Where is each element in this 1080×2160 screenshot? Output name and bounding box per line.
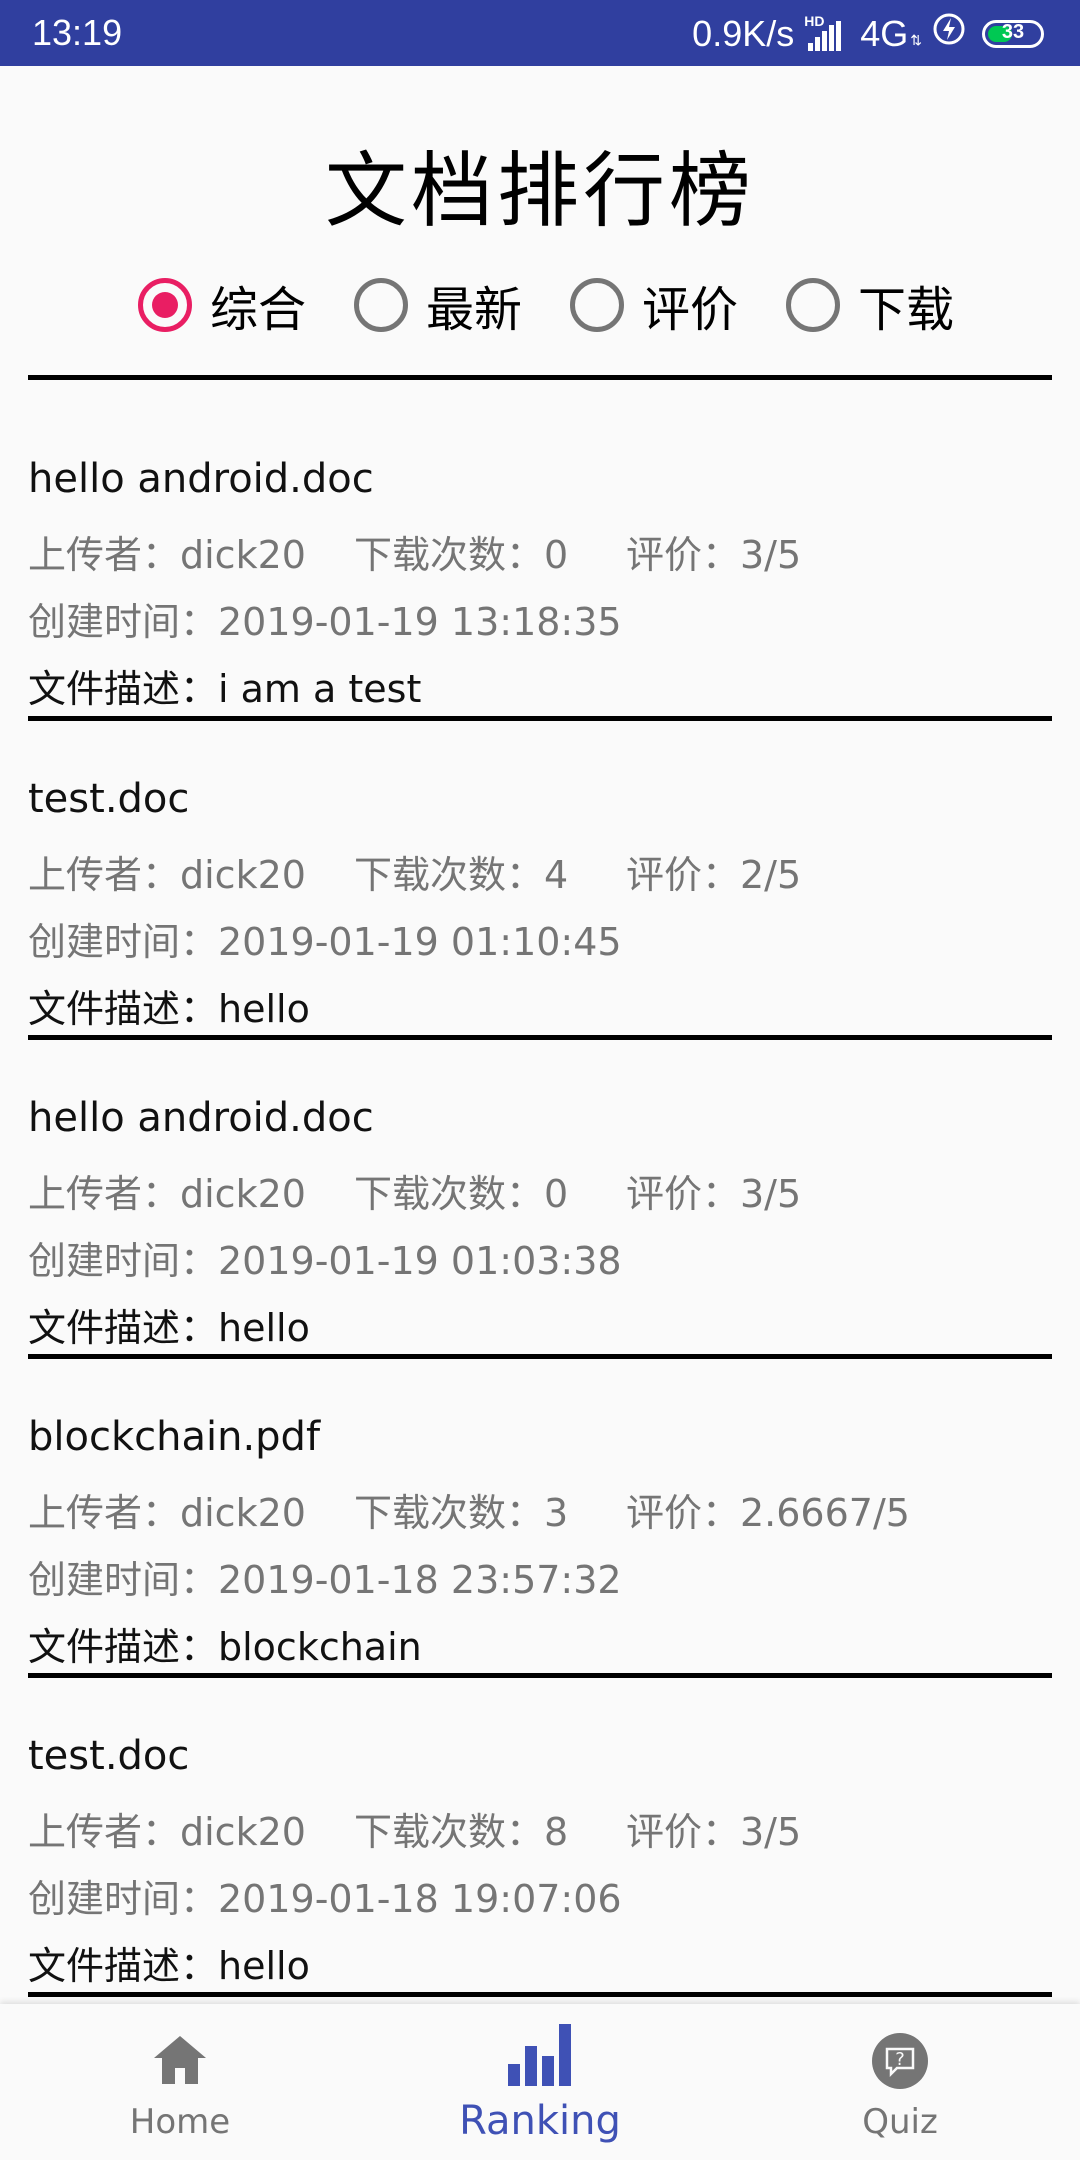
radio-button-icon[interactable] — [786, 278, 840, 332]
document-name: test.doc — [28, 776, 190, 822]
download-count-text: 下载次数：8 — [354, 1810, 569, 1854]
uploader-text: 上传者：dick20 — [28, 1491, 306, 1535]
description-text: 文件描述：hello — [28, 1944, 310, 1988]
radio-label: 综合 — [210, 282, 307, 338]
divider — [28, 1992, 1052, 1997]
document-name: hello android.doc — [28, 1095, 374, 1141]
ranking-bars-icon — [506, 2020, 574, 2092]
radio-button-icon[interactable] — [138, 278, 192, 332]
description-text: 文件描述：i am a test — [28, 667, 422, 711]
created-time-text: 创建时间：2019-01-19 13:18:35 — [28, 600, 622, 644]
data-arrows-icon: ⇅ — [910, 32, 922, 48]
nav-label: Quiz — [862, 2102, 938, 2142]
document-item[interactable]: test.doc 上传者：dick20 下载次数：8 评价：3/5 创建时间：201… — [28, 1677, 1052, 1997]
rating-text: 评价：3/5 — [626, 1172, 802, 1216]
uploader-text: 上传者：dick20 — [28, 853, 306, 897]
radio-button-icon[interactable] — [354, 278, 408, 332]
svg-text:?: ? — [895, 2049, 905, 2070]
battery-level: 33 — [1001, 20, 1025, 43]
home-icon — [152, 2034, 208, 2090]
rating-text: 评价：2/5 — [626, 853, 802, 897]
nav-item-home[interactable]: Home — [30, 2004, 330, 2160]
status-time: 13:19 — [32, 12, 123, 53]
radio-option-latest[interactable]: 最新 — [354, 270, 522, 340]
rating-text: 评价：2.6667/5 — [626, 1491, 910, 1535]
created-time-text: 创建时间：2019-01-18 19:07:06 — [28, 1877, 622, 1921]
description-text: 文件描述：blockchain — [28, 1625, 422, 1669]
document-item[interactable]: test.doc 上传者：dick20 下载次数：4 评价：2/5 创建时间：201… — [28, 720, 1052, 1040]
page-title: 文档排行榜 — [324, 144, 755, 239]
battery-icon: 33 — [982, 19, 1044, 48]
radio-button-icon[interactable] — [570, 278, 624, 332]
uploader-text: 上传者：dick20 — [28, 1172, 306, 1216]
nav-item-quiz[interactable]: ? Quiz — [750, 2004, 1050, 2160]
radio-option-downloads[interactable]: 下载 — [786, 270, 954, 340]
created-time-text: 创建时间：2019-01-18 23:57:32 — [28, 1558, 622, 1602]
nav-label: Home — [129, 2102, 231, 2142]
status-bar: 13:19 0.9K/s HD 4G ⇅ 33 — [0, 0, 1080, 66]
radio-option-comprehensive[interactable]: 综合 — [138, 270, 306, 340]
uploader-text: 上传者：dick20 — [28, 533, 306, 577]
document-name: hello android.doc — [28, 456, 374, 502]
bottom-navigation: Home Ranking ? Quiz — [0, 2004, 1080, 2160]
download-count-text: 下载次数：4 — [354, 853, 569, 897]
hd-signal-icon: HD — [804, 13, 856, 53]
created-time-text: 创建时间：2019-01-19 01:03:38 — [28, 1239, 622, 1283]
document-name: blockchain.pdf — [28, 1414, 321, 1460]
quiz-help-icon: ? — [871, 2032, 929, 2094]
download-count-text: 下载次数：3 — [354, 1491, 569, 1535]
document-meta: 上传者：dick20 下载次数：3 评价：2.6667/5 — [28, 1482, 910, 1537]
created-time-text: 创建时间：2019-01-19 01:10:45 — [28, 920, 622, 964]
radio-label: 评价 — [642, 282, 739, 338]
document-item[interactable]: hello android.doc 上传者：dick20 下载次数：0 评价：3/5… — [28, 1039, 1052, 1359]
description-text: 文件描述：hello — [28, 987, 310, 1031]
rating-text: 评价：3/5 — [626, 533, 802, 577]
document-item[interactable]: blockchain.pdf 上传者：dick20 下载次数：3 评价：2.6667… — [28, 1358, 1052, 1678]
description-text: 文件描述：hello — [28, 1306, 310, 1350]
network-type: 4G — [860, 12, 909, 54]
radio-option-rating[interactable]: 评价 — [570, 270, 738, 340]
document-meta: 上传者：dick20 下载次数：4 评价：2/5 — [28, 844, 801, 899]
nav-label: Ranking — [459, 2098, 621, 2144]
rating-text: 评价：3/5 — [626, 1810, 802, 1854]
uploader-text: 上传者：dick20 — [28, 1810, 306, 1854]
radio-label: 下载 — [858, 282, 955, 338]
network-speed: 0.9K/s — [692, 12, 795, 54]
document-meta: 上传者：dick20 下载次数：0 评价：3/5 — [28, 1163, 801, 1218]
status-indicators: 0.9K/s HD 4G ⇅ 33 — [692, 12, 1044, 55]
divider — [28, 375, 1052, 380]
sort-radio-group: 综合 最新 评价 下载 — [0, 270, 1080, 340]
download-count-text: 下载次数：0 — [354, 1172, 569, 1216]
radio-label: 最新 — [426, 282, 523, 338]
document-meta: 上传者：dick20 下载次数：0 评价：3/5 — [28, 524, 801, 579]
charging-bolt-icon — [932, 12, 966, 55]
download-count-text: 下载次数：0 — [354, 533, 569, 577]
nav-item-ranking[interactable]: Ranking — [390, 2004, 690, 2160]
document-item[interactable]: hello android.doc 上传者：dick20 下载次数：0 评价：3/5… — [28, 400, 1052, 720]
document-name: test.doc — [28, 1733, 190, 1779]
document-meta: 上传者：dick20 下载次数：8 评价：3/5 — [28, 1801, 801, 1856]
